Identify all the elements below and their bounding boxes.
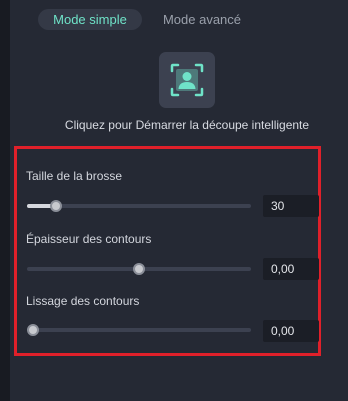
mode-switch: Mode simple Mode avancé (38, 9, 253, 30)
contour-thickness-value[interactable]: 0,00 (263, 258, 319, 280)
contour-smoothing-value[interactable]: 0,00 (263, 320, 319, 342)
person-cutout-icon (170, 63, 204, 97)
brush-settings-box: Taille de la brosse 30 Épaisseur des con… (14, 146, 321, 356)
contour-thickness-slider[interactable] (27, 263, 251, 275)
brush-size-thumb[interactable] (50, 200, 62, 212)
brush-size-label: Taille de la brosse (26, 169, 123, 183)
brush-size-slider[interactable] (27, 200, 251, 212)
mode-advanced-tab[interactable]: Mode avancé (152, 9, 252, 30)
mode-simple-tab[interactable]: Mode simple (38, 9, 142, 30)
contour-smoothing-thumb[interactable] (27, 324, 39, 336)
brush-size-value[interactable]: 30 (263, 195, 319, 217)
cutout-instruction: Cliquez pour Démarrer la découpe intelli… (64, 118, 310, 132)
contour-smoothing-slider[interactable] (27, 324, 251, 336)
left-edge-strip (0, 0, 10, 401)
contour-thickness-label: Épaisseur des contours (26, 232, 152, 246)
contour-smoothing-label: Lissage des contours (26, 294, 140, 308)
smart-cutout-button[interactable] (159, 52, 215, 108)
contour-thickness-thumb[interactable] (133, 263, 145, 275)
